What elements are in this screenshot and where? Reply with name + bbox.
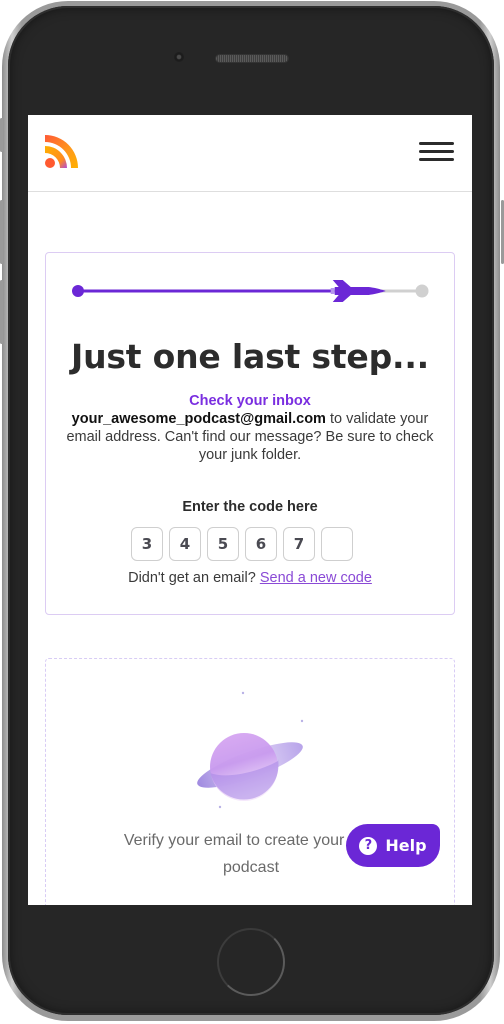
resend-prompt-text: Didn't get an email? [128,570,260,586]
help-button[interactable]: ? Help [346,824,440,867]
mute-switch [0,118,3,152]
user-email: your_awesome_podcast@gmail.com [71,411,326,427]
code-input-group: 3 4 5 6 7 [131,527,353,563]
volume-up-button [0,200,3,264]
volume-down-button [0,280,3,344]
menu-line [419,150,454,153]
progress-start-dot [72,285,84,297]
code-digit-5[interactable]: 7 [283,527,315,561]
code-digit-1[interactable]: 3 [131,527,163,561]
rss-feed-icon[interactable] [43,132,81,170]
progress-end-dot [415,284,429,298]
send-new-code-link[interactable]: Send a new code [260,570,372,586]
home-button[interactable] [217,928,285,996]
inbox-heading: Check your inbox [189,393,311,409]
resend-prompt: Didn't get an email? Send a new code [46,570,454,586]
rocket-icon [330,280,386,302]
menu-line [419,158,454,161]
code-digit-4[interactable]: 6 [245,527,277,561]
page-title: Just one last step... [70,337,430,376]
code-digit-6[interactable] [321,527,353,561]
signup-progress [72,280,429,302]
code-label: Enter the code here [182,499,318,515]
new-podcast-placeholder: Verify your email to create your new pod… [45,658,455,905]
front-camera [174,52,184,62]
screen: Just one last step... Check your inbox y… [28,115,472,905]
earpiece-speaker [216,55,288,62]
menu-line [419,142,454,145]
code-digit-2[interactable]: 4 [169,527,201,561]
hamburger-menu-icon[interactable] [419,141,455,163]
question-circle-icon: ? [359,836,378,855]
verification-card: Just one last step... Check your inbox y… [45,252,455,615]
help-label: Help [385,836,427,855]
planet-icon [197,691,304,809]
navbar [28,115,472,192]
inbox-instructions: Check your inbox your_awesome_podcast@gm… [66,392,434,464]
code-digit-3[interactable]: 5 [207,527,239,561]
